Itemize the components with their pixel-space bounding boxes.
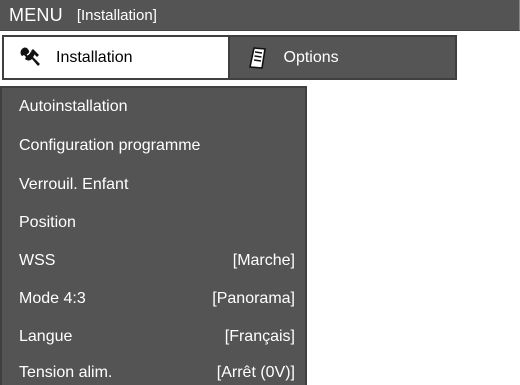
menu-item-label: Mode 4:3	[19, 290, 86, 307]
tab-bar: Installation Options	[0, 33, 459, 82]
menu-item-verrouil-enfant[interactable]: Verrouil. Enfant	[19, 174, 295, 196]
menu-item-value: [Arrêt (0V)]	[216, 364, 295, 381]
menu-item-value: [Panorama]	[212, 290, 295, 307]
menu-item-label: Langue	[19, 328, 73, 345]
tab-options[interactable]: Options	[229, 35, 457, 80]
wrench-icon	[18, 46, 42, 70]
menu-title-bar: MENU [Installation]	[0, 0, 520, 31]
menu-item-mode-4-3[interactable]: Mode 4:3 [Panorama]	[19, 288, 295, 310]
tab-installation[interactable]: Installation	[2, 35, 230, 80]
menu-item-label: WSS	[19, 252, 56, 269]
menu-item-value: [Français]	[224, 328, 295, 345]
menu-item-label: Tension alim.	[19, 364, 113, 381]
menu-item-langue[interactable]: Langue [Français]	[19, 326, 295, 348]
menu-item-label: Position	[19, 214, 76, 231]
menu-item-value: [Marche]	[232, 252, 295, 269]
section-label: [Installation]	[76, 6, 157, 24]
menu-item-configuration-programme[interactable]: Configuration programme	[19, 135, 295, 157]
menu-item-wss[interactable]: WSS [Marche]	[19, 250, 295, 272]
menu-item-position[interactable]: Position	[19, 212, 295, 234]
menu-item-label: Verrouil. Enfant	[19, 176, 129, 193]
document-icon	[246, 46, 270, 70]
menu-label: MENU	[9, 4, 63, 25]
tab-options-label: Options	[283, 48, 339, 66]
tab-installation-label: Installation	[56, 48, 133, 66]
menu-item-label: Autoinstallation	[19, 98, 128, 115]
menu-item-autoinstallation[interactable]: Autoinstallation	[19, 96, 295, 118]
menu-item-label: Configuration programme	[19, 137, 201, 154]
menu-item-tension-alim[interactable]: Tension alim. [Arrêt (0V)]	[19, 362, 295, 384]
installation-menu-panel: Autoinstallation Configuration programme…	[0, 86, 307, 385]
